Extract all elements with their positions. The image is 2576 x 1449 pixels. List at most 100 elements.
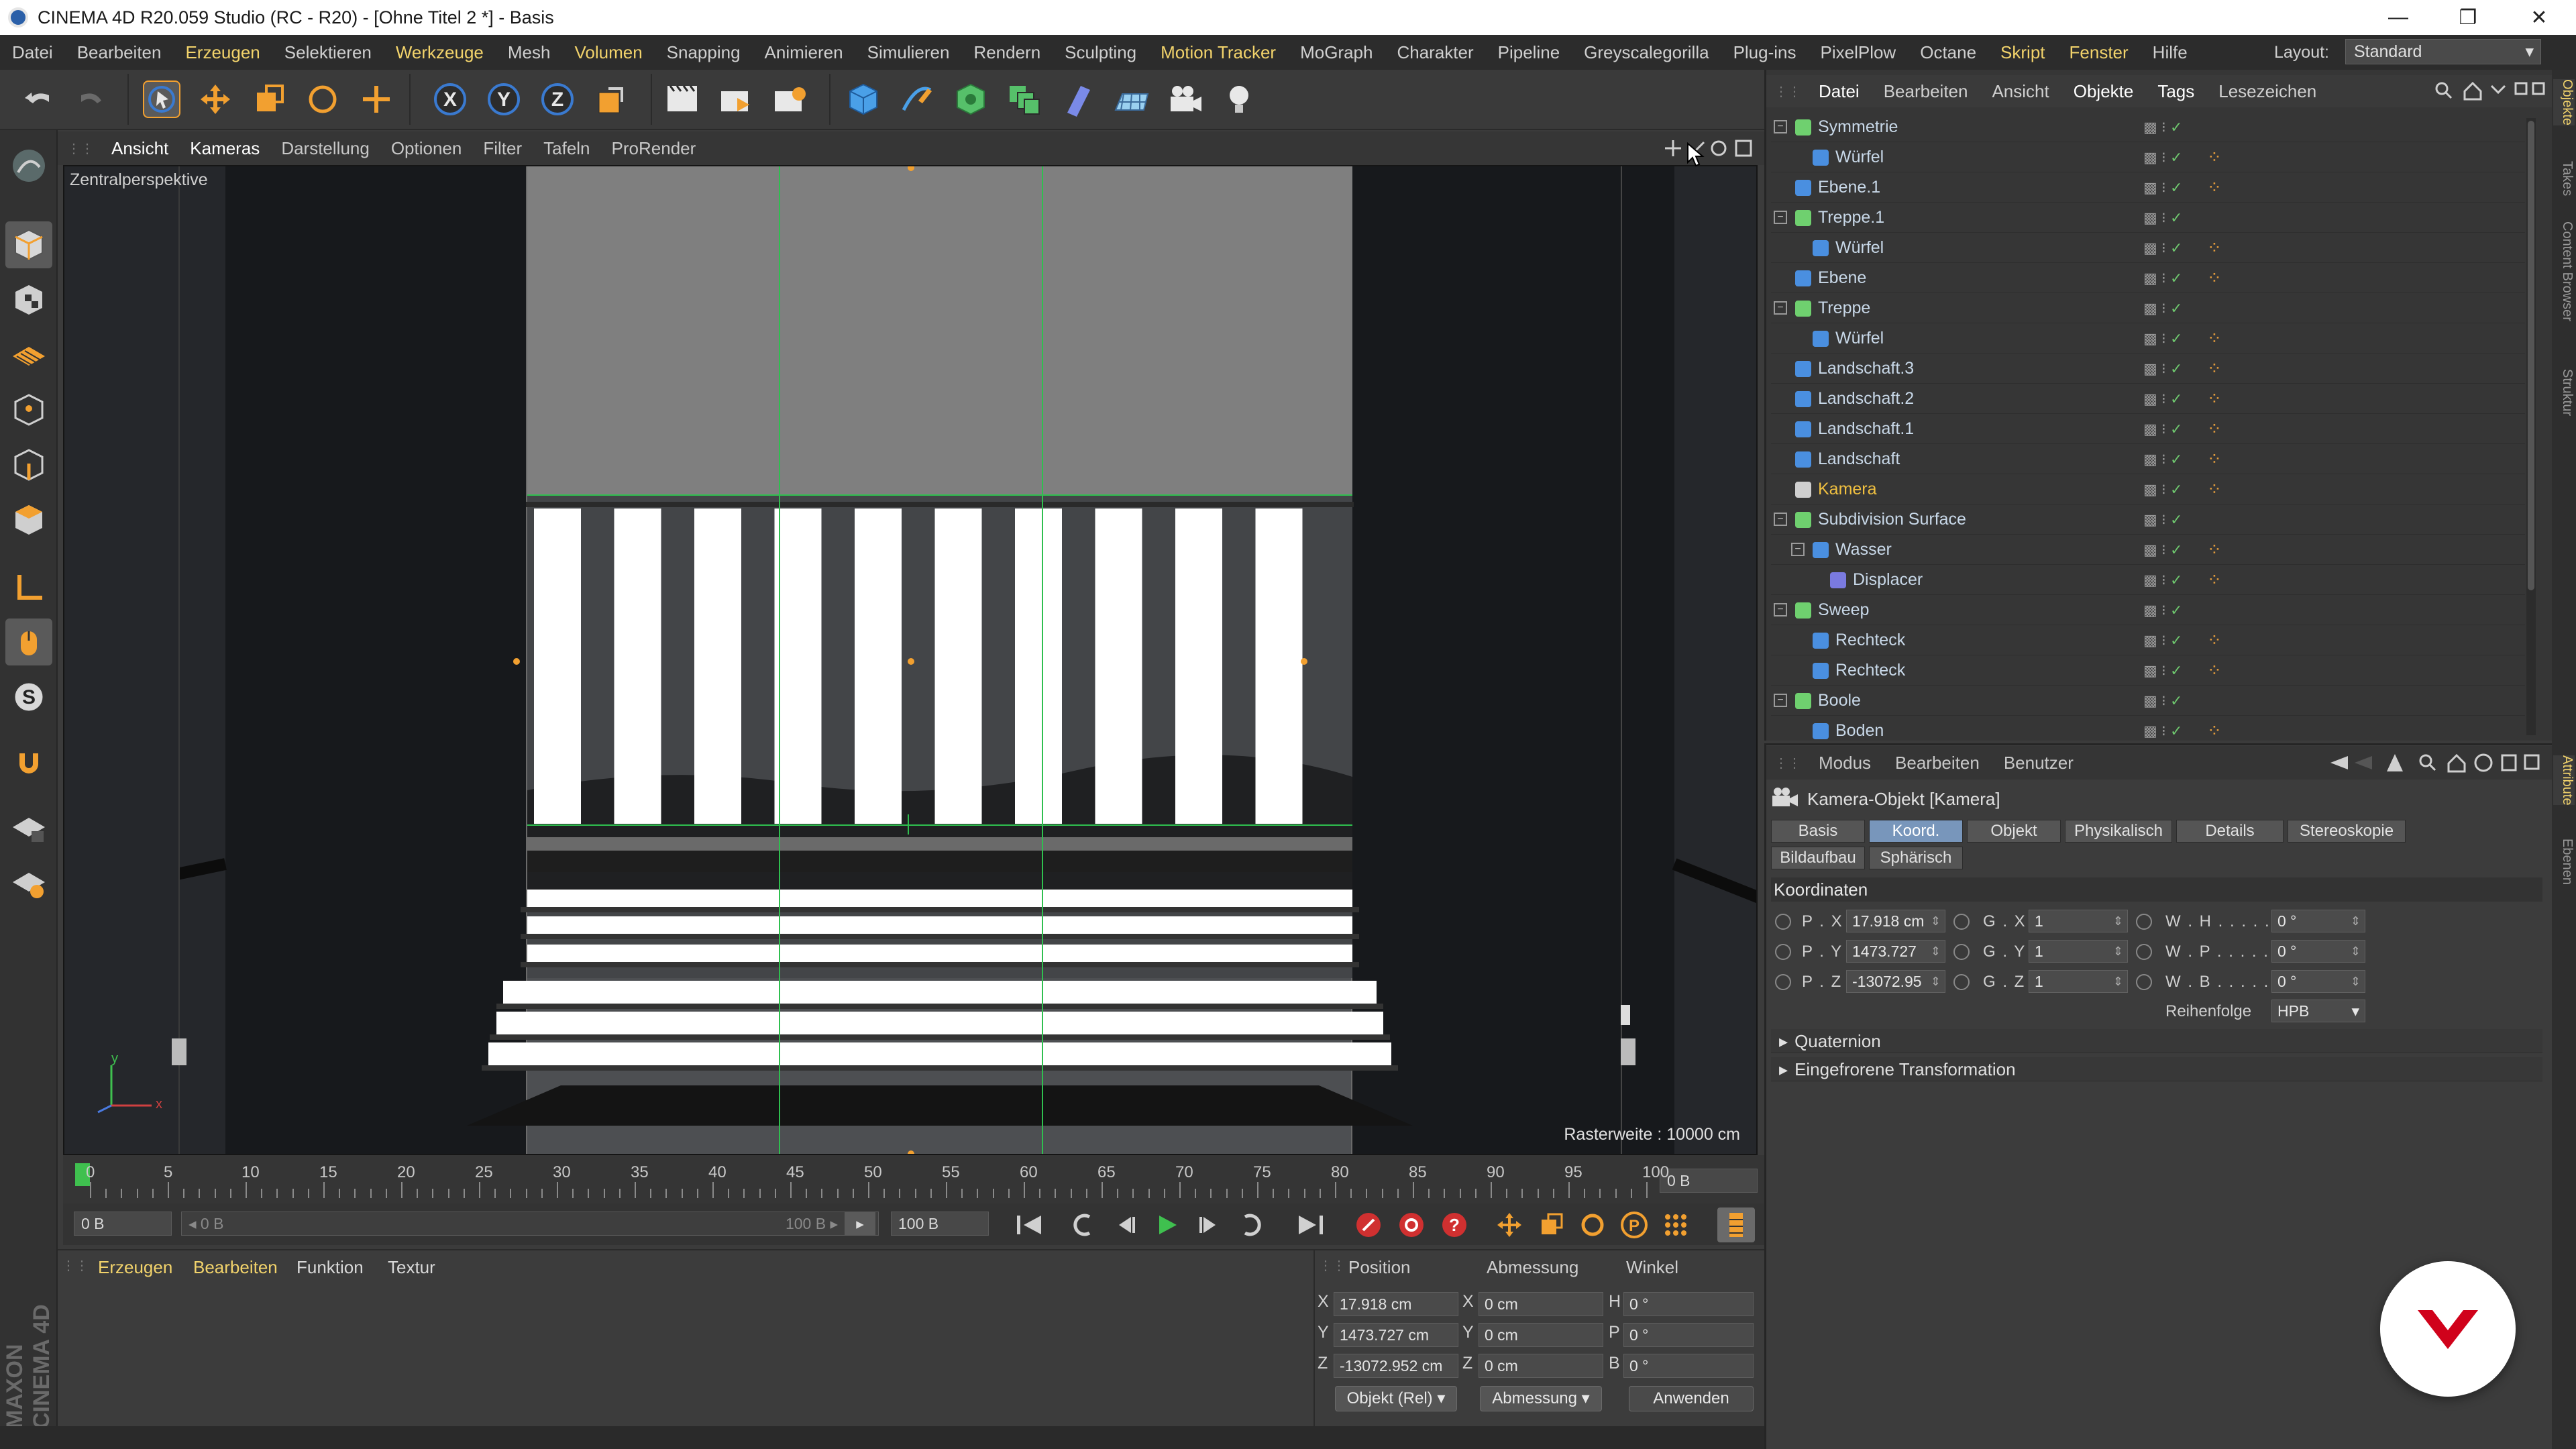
object-name[interactable]: Ebene (1818, 268, 1866, 288)
scale-field[interactable]: 1 ⇕ (2029, 910, 2128, 932)
menu-pixelplow[interactable]: PixelPlow (1809, 42, 1909, 63)
prev-key-button[interactable] (1065, 1208, 1103, 1242)
object-menu-bearbeiten[interactable]: Bearbeiten (1872, 81, 1980, 102)
tree-collapse-icon[interactable]: − (1774, 603, 1787, 616)
camera-button[interactable] (1161, 74, 1210, 125)
object-name[interactable]: Sweep (1818, 600, 1869, 620)
side-tab-attribute[interactable]: Attribute (2553, 755, 2575, 806)
menu-charakter[interactable]: Charakter (1385, 42, 1485, 63)
menu-motion-tracker[interactable]: Motion Tracker (1148, 42, 1288, 63)
object-row[interactable]: Würfel ▩ ⁝ ✓ ⁘ (1771, 143, 2525, 172)
snap-button[interactable]: S (5, 674, 52, 720)
overlay-logo-button[interactable] (2380, 1261, 2516, 1397)
visibility-check-icon[interactable]: ▩ ⁝ ✓ (2143, 421, 2182, 438)
material-menu-texture[interactable]: Textur (388, 1257, 435, 1278)
menu-plug-ins[interactable]: Plug-ins (1721, 42, 1809, 63)
menu-greyscalegorilla[interactable]: Greyscalegorilla (1572, 42, 1721, 63)
coord-position-field[interactable]: 1473.727 cm (1334, 1323, 1458, 1347)
texture-mode-button[interactable] (5, 276, 52, 323)
object-name[interactable]: Symmetrie (1818, 117, 1898, 137)
tab-stereoskopie[interactable]: Stereoskopie (2288, 820, 2406, 843)
coord-size-field[interactable]: 0 cm (1479, 1292, 1603, 1316)
live-select-button[interactable] (352, 74, 401, 125)
phong-tag-icon[interactable]: ⁘ (2207, 237, 2222, 258)
stepper-arrows-icon[interactable]: ⇕ (2113, 941, 2123, 962)
side-tab-objekte[interactable]: Objekte (2553, 79, 2575, 125)
render-settings-button[interactable] (765, 74, 814, 125)
next-frame-button[interactable] (1190, 1208, 1228, 1242)
object-row[interactable]: Würfel ▩ ⁝ ✓ ⁘ (1771, 233, 2525, 263)
phong-tag-icon[interactable]: ⁘ (2207, 539, 2222, 560)
object-row[interactable]: Kamera ▩ ⁝ ✓ ⁘ (1771, 475, 2525, 504)
object-name[interactable]: Landschaft.1 (1818, 419, 1914, 439)
visibility-check-icon[interactable]: ▩ ⁝ ✓ (2143, 632, 2182, 649)
visibility-check-icon[interactable]: ▩ ⁝ ✓ (2143, 572, 2182, 589)
maximize-button[interactable]: ❐ (2431, 0, 2505, 35)
phong-tag-icon[interactable]: ⁘ (2207, 419, 2222, 439)
redo-button[interactable] (67, 74, 117, 125)
menu-bearbeiten[interactable]: Bearbeiten (65, 42, 174, 63)
tweak-mode-button[interactable] (5, 619, 52, 665)
position-field[interactable]: 17.918 cm ⇕ (1846, 910, 1945, 932)
object-name[interactable]: Landschaft.2 (1818, 389, 1914, 409)
floor-button[interactable] (1107, 74, 1157, 125)
key-param-button[interactable]: P (1615, 1208, 1653, 1242)
object-manager-scrollbar[interactable] (2526, 118, 2536, 735)
position-field[interactable]: 1473.727 ⇕ (1846, 940, 1945, 963)
object-name[interactable]: Treppe.1 (1818, 208, 1884, 227)
phong-tag-icon[interactable]: ⁘ (2207, 328, 2222, 349)
object-name[interactable]: Würfel (1835, 329, 1884, 348)
points-mode-button[interactable] (5, 386, 52, 433)
object-name[interactable]: Landschaft (1818, 449, 1900, 469)
render-view-button[interactable] (657, 74, 707, 125)
go-to-start-button[interactable] (1010, 1208, 1048, 1242)
menu-volumen[interactable]: Volumen (562, 42, 654, 63)
render-picture-viewer-button[interactable] (711, 74, 761, 125)
object-row[interactable]: Rechteck ▩ ⁝ ✓ ⁘ (1771, 626, 2525, 655)
coord-size-field[interactable]: 0 cm (1479, 1354, 1603, 1378)
minimize-button[interactable]: — (2361, 0, 2435, 35)
prev-frame-button[interactable] (1107, 1208, 1144, 1242)
visibility-check-icon[interactable]: ▩ ⁝ ✓ (2143, 722, 2182, 740)
object-name[interactable]: Ebene.1 (1818, 178, 1880, 197)
scale-animate-radio[interactable] (1953, 974, 1970, 990)
menu-hilfe[interactable]: Hilfe (2141, 42, 2200, 63)
object-menu-datei[interactable]: Datei (1807, 81, 1872, 102)
tab-sphrisch[interactable]: Sphärisch (1869, 847, 1963, 869)
visibility-check-icon[interactable]: ▩ ⁝ ✓ (2143, 149, 2182, 166)
menu-mesh[interactable]: Mesh (496, 42, 563, 63)
position-animate-radio[interactable] (1775, 944, 1791, 960)
object-row[interactable]: Boden ▩ ⁝ ✓ ⁘ (1771, 716, 2525, 746)
z-axis-button[interactable]: Z (533, 74, 582, 125)
attribute-menu-bearbeiten[interactable]: Bearbeiten (1883, 753, 1992, 773)
object-row[interactable]: − Treppe.1 ▩ ⁝ ✓ (1771, 203, 2525, 233)
coord-rotation-field[interactable]: 0 ° (1623, 1292, 1754, 1316)
viewport-menu-kameras[interactable]: Kameras (179, 138, 270, 159)
visibility-check-icon[interactable]: ▩ ⁝ ✓ (2143, 662, 2182, 680)
scale-field[interactable]: 1 ⇕ (2029, 940, 2128, 963)
visibility-check-icon[interactable]: ▩ ⁝ ✓ (2143, 270, 2182, 287)
object-row[interactable]: − Treppe ▩ ⁝ ✓ (1771, 294, 2525, 323)
phong-tag-icon[interactable]: ⁘ (2207, 388, 2222, 409)
tree-collapse-icon[interactable]: − (1774, 120, 1787, 133)
visibility-check-icon[interactable]: ▩ ⁝ ✓ (2143, 692, 2182, 710)
object-row[interactable]: Displacer ▩ ⁝ ✓ ⁘ (1771, 566, 2525, 595)
rotation-order-select[interactable]: HPB ▾ (2271, 1000, 2365, 1022)
object-name[interactable]: Kamera (1818, 480, 1877, 499)
attribute-menu-modus[interactable]: Modus (1807, 753, 1883, 773)
stepper-arrows-icon[interactable]: ⇕ (2351, 971, 2361, 992)
light-button[interactable] (1214, 74, 1264, 125)
object-menu-lesezeichen[interactable]: Lesezeichen (2206, 81, 2328, 102)
phong-tag-icon[interactable]: ⁘ (2207, 268, 2222, 288)
tab-bildaufbau[interactable]: Bildaufbau (1771, 847, 1865, 869)
coord-size-field[interactable]: 0 cm (1479, 1323, 1603, 1347)
key-pla-button[interactable] (1657, 1208, 1695, 1242)
frame-range-slider[interactable]: ◂ 0 B 100 B ▸ ▸ (181, 1212, 879, 1236)
phong-tag-icon[interactable]: ⁘ (2207, 630, 2222, 651)
phong-tag-icon[interactable]: ⁘ (2207, 720, 2222, 741)
menu-simulieren[interactable]: Simulieren (855, 42, 962, 63)
menu-selektieren[interactable]: Selektieren (272, 42, 384, 63)
tree-collapse-icon[interactable]: − (1791, 543, 1805, 556)
material-menu-function[interactable]: Funktion (297, 1257, 364, 1278)
object-name[interactable]: Displacer (1853, 570, 1923, 590)
